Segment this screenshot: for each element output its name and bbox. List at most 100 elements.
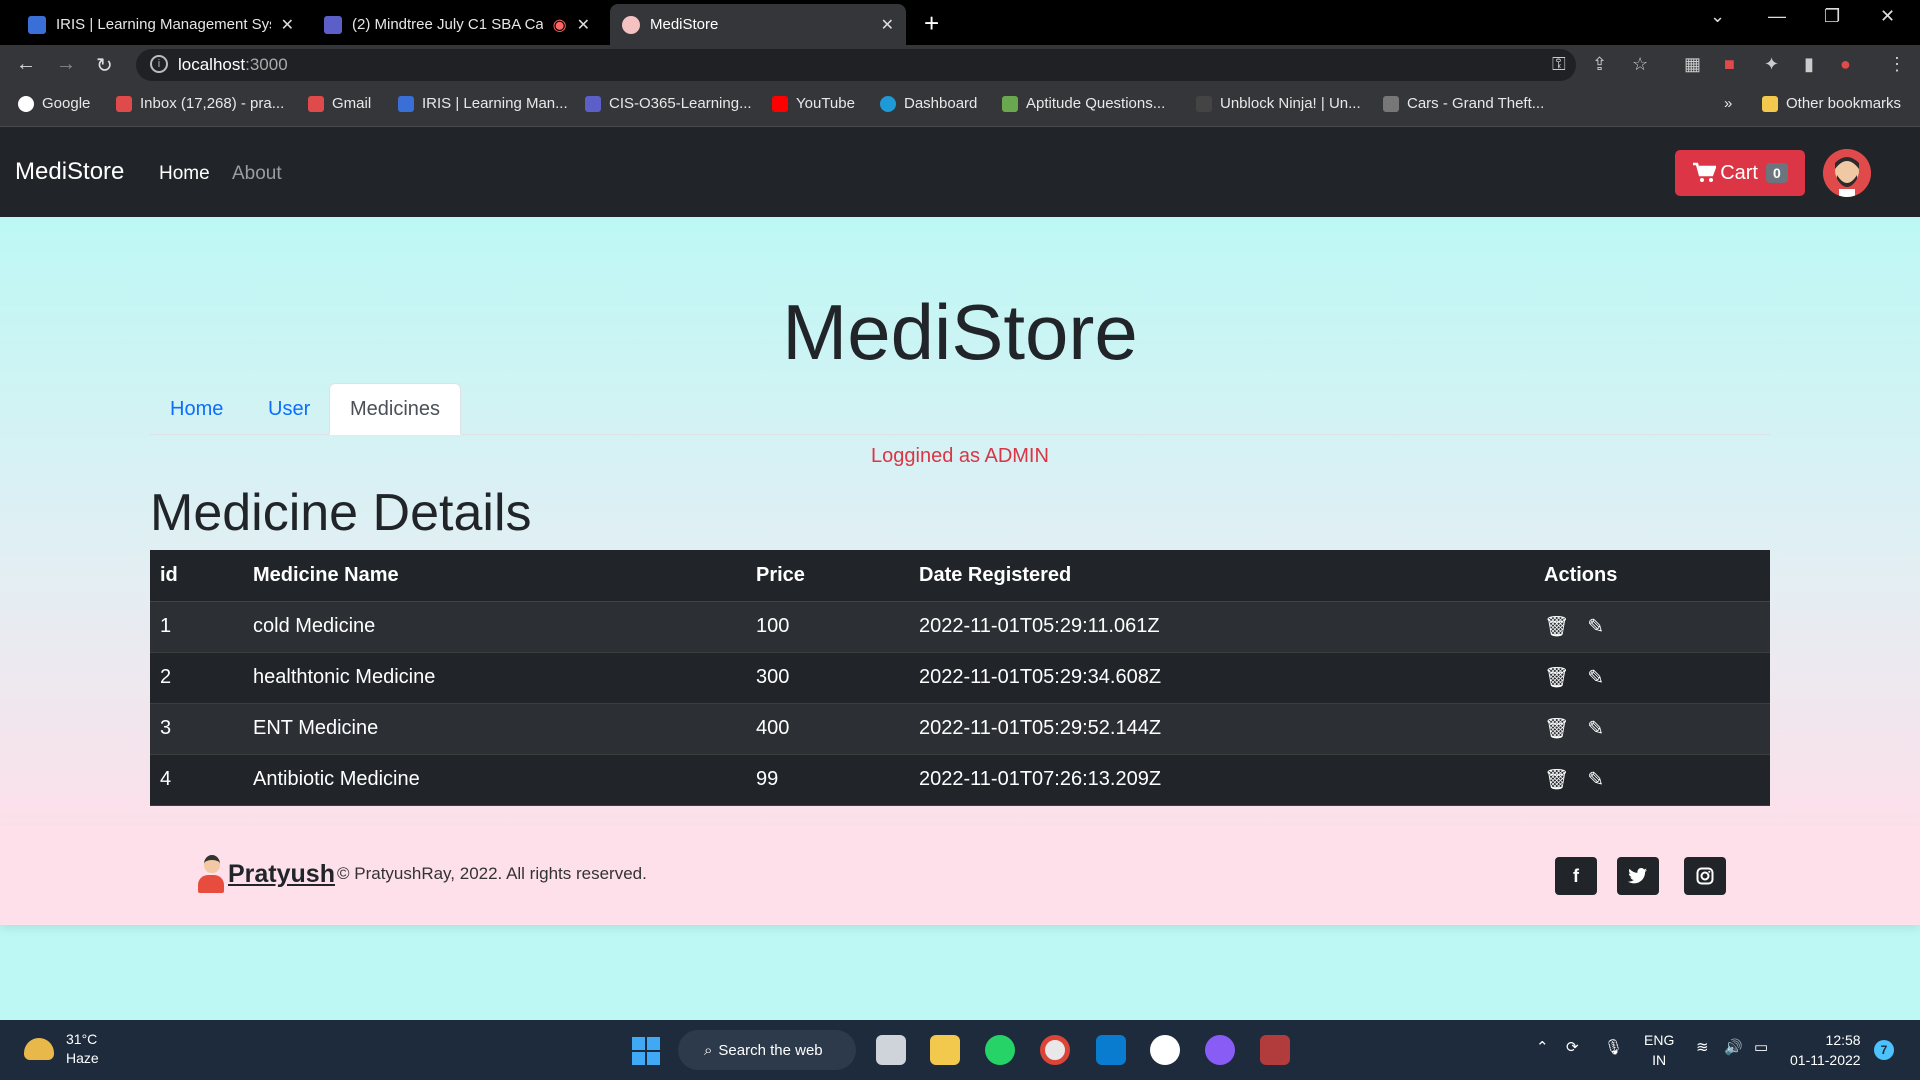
tab-user[interactable]: User bbox=[248, 383, 330, 435]
bookmark-label: Unblock Ninja! | Un... bbox=[1220, 95, 1361, 112]
footer-brand: Pratyush © PratyushRay, 2022. All rights… bbox=[198, 855, 647, 893]
column-header-actions: Actions bbox=[1534, 550, 1770, 602]
battery-icon[interactable]: ▭ bbox=[1754, 1038, 1768, 1056]
user-avatar[interactable] bbox=[1823, 149, 1871, 197]
nav-about-link[interactable]: About bbox=[232, 163, 282, 185]
language-indicator[interactable]: ENG IN bbox=[1644, 1030, 1674, 1070]
cell-price: 99 bbox=[746, 754, 909, 806]
bookmark-aptitude[interactable]: Aptitude Questions... bbox=[1002, 95, 1165, 112]
bookmark-label: Inbox (17,268) - pra... bbox=[140, 95, 285, 112]
sync-icon[interactable]: ⟳ bbox=[1566, 1038, 1579, 1056]
whatsapp-icon[interactable] bbox=[985, 1035, 1015, 1065]
cart-button[interactable]: Cart 0 bbox=[1675, 150, 1805, 196]
column-header-price: Price bbox=[746, 550, 909, 602]
bookmark-unblock[interactable]: Unblock Ninja! | Un... bbox=[1196, 95, 1361, 112]
edit-icon[interactable]: ✎ bbox=[1587, 716, 1604, 741]
cell-price: 400 bbox=[746, 703, 909, 755]
facebook-icon[interactable]: f bbox=[1555, 857, 1597, 895]
extension-cart-icon[interactable]: ▦ bbox=[1684, 54, 1701, 75]
extensions-puzzle-icon[interactable]: ✦ bbox=[1764, 54, 1779, 75]
tab-search-chevron-icon[interactable]: ⌄ bbox=[1710, 6, 1725, 27]
weather-haze-icon bbox=[24, 1038, 54, 1060]
bookmark-cis[interactable]: CIS-O365-Learning... bbox=[585, 95, 752, 112]
chrome-icon[interactable] bbox=[1040, 1035, 1070, 1065]
github-desktop-icon[interactable] bbox=[1205, 1035, 1235, 1065]
bookmark-star-icon[interactable]: ☆ bbox=[1632, 54, 1648, 75]
delete-trash-icon[interactable]: 🗑 bbox=[1544, 767, 1569, 792]
bookmark-label: Other bookmarks bbox=[1786, 95, 1902, 112]
url-text[interactable]: localhost:3000 bbox=[178, 55, 288, 75]
volume-icon[interactable]: 🔊 bbox=[1724, 1038, 1743, 1056]
taskbar-search[interactable]: ⌕ Search the web bbox=[678, 1030, 856, 1070]
instagram-icon[interactable] bbox=[1684, 857, 1726, 895]
hero-title-light: Store bbox=[951, 288, 1138, 376]
site-info-icon[interactable]: i bbox=[150, 55, 168, 73]
nav-home-link[interactable]: Home bbox=[159, 163, 210, 185]
bookmark-dashboard[interactable]: Dashboard bbox=[880, 95, 977, 112]
bookmark-label: CIS-O365-Learning... bbox=[609, 95, 752, 112]
delete-trash-icon[interactable]: 🗑 bbox=[1544, 665, 1569, 690]
windows-start-icon[interactable] bbox=[632, 1037, 660, 1065]
browser-tab[interactable]: (2) Mindtree July C1 SBA Call ◉ ✕ bbox=[312, 4, 602, 45]
edit-icon[interactable]: ✎ bbox=[1587, 665, 1604, 690]
edit-icon[interactable]: ✎ bbox=[1587, 767, 1604, 792]
browser-tab[interactable]: IRIS | Learning Management Syst ✕ bbox=[16, 4, 306, 45]
bookmark-label: Dashboard bbox=[904, 95, 978, 112]
extension-icon[interactable]: ■ bbox=[1724, 54, 1735, 75]
password-key-icon[interactable]: ⚿ bbox=[1552, 54, 1566, 75]
menu-kebab-icon[interactable]: ⋮ bbox=[1888, 54, 1906, 75]
notification-badge[interactable]: 7 bbox=[1874, 1040, 1894, 1060]
cell-date: 2022-11-01T05:29:11.061Z bbox=[909, 601, 1534, 653]
bookmark-cars[interactable]: Cars - Grand Theft... bbox=[1383, 95, 1544, 112]
new-tab-icon[interactable]: + bbox=[924, 8, 939, 39]
bookmark-google[interactable]: Google bbox=[18, 95, 90, 112]
tray-chevron-icon[interactable]: ⌃ bbox=[1536, 1038, 1549, 1056]
weather-widget[interactable]: 31°C Haze bbox=[24, 1030, 99, 1068]
browser-tab-strip: IRIS | Learning Management Syst ✕ (2) Mi… bbox=[0, 0, 1920, 45]
delete-trash-icon[interactable]: 🗑 bbox=[1544, 614, 1569, 639]
restore-icon[interactable]: ❐ bbox=[1824, 6, 1840, 27]
file-explorer-icon[interactable] bbox=[930, 1035, 960, 1065]
system-clock[interactable]: 12:58 01-11-2022 bbox=[1790, 1030, 1861, 1070]
cell-id: 3 bbox=[150, 703, 243, 755]
bookmarks-overflow[interactable]: » bbox=[1724, 95, 1732, 112]
profile-avatar-icon[interactable]: ● bbox=[1840, 54, 1851, 75]
winrar-icon[interactable] bbox=[1260, 1035, 1290, 1065]
back-icon[interactable]: ← bbox=[16, 53, 36, 76]
close-tab-icon[interactable]: ✕ bbox=[577, 15, 590, 35]
share-icon[interactable]: ⇪ bbox=[1592, 54, 1607, 75]
edit-icon[interactable]: ✎ bbox=[1587, 614, 1604, 639]
twitter-icon[interactable] bbox=[1617, 857, 1659, 895]
reload-icon[interactable]: ↻ bbox=[96, 53, 113, 78]
close-window-icon[interactable]: ✕ bbox=[1880, 6, 1895, 27]
delete-trash-icon[interactable]: 🗑 bbox=[1544, 716, 1569, 741]
wifi-icon[interactable]: ≋ bbox=[1696, 1038, 1709, 1056]
cell-price: 300 bbox=[746, 652, 909, 704]
salesforce-icon bbox=[880, 95, 896, 112]
browser-tab-active[interactable]: MediStore ✕ bbox=[610, 4, 906, 45]
bookmark-other[interactable]: Other bookmarks bbox=[1762, 95, 1901, 112]
close-tab-icon[interactable]: ✕ bbox=[281, 15, 294, 35]
tab-home[interactable]: Home bbox=[150, 383, 243, 435]
navbar-brand[interactable]: MediStore bbox=[15, 158, 124, 186]
hero-title: MediStore bbox=[0, 287, 1920, 378]
mongodb-compass-icon[interactable] bbox=[1150, 1035, 1180, 1065]
bookmark-gmail[interactable]: Gmail bbox=[308, 95, 371, 112]
address-bar[interactable]: i localhost:3000 bbox=[136, 49, 1576, 81]
tab-medicines[interactable]: Medicines bbox=[329, 383, 462, 435]
minimize-icon[interactable]: — bbox=[1768, 6, 1786, 27]
bookmark-inbox[interactable]: Inbox (17,268) - pra... bbox=[116, 95, 284, 112]
close-tab-icon[interactable]: ✕ bbox=[881, 15, 894, 35]
footer-name-link[interactable]: Pratyush bbox=[228, 860, 335, 889]
task-view-icon[interactable] bbox=[876, 1035, 906, 1065]
cell-id: 1 bbox=[150, 601, 243, 653]
bookmark-iris[interactable]: IRIS | Learning Man... bbox=[398, 95, 568, 112]
youtube-icon bbox=[772, 95, 788, 112]
vscode-icon[interactable] bbox=[1096, 1035, 1126, 1065]
forward-icon[interactable]: → bbox=[56, 53, 76, 76]
cell-price: 100 bbox=[746, 601, 909, 653]
table-header-row: id Medicine Name Price Date Registered A… bbox=[150, 550, 1770, 602]
side-panel-icon[interactable]: ▮ bbox=[1804, 54, 1814, 75]
microphone-icon[interactable]: 🎙 bbox=[1604, 1038, 1623, 1056]
bookmark-youtube[interactable]: YouTube bbox=[772, 95, 855, 112]
